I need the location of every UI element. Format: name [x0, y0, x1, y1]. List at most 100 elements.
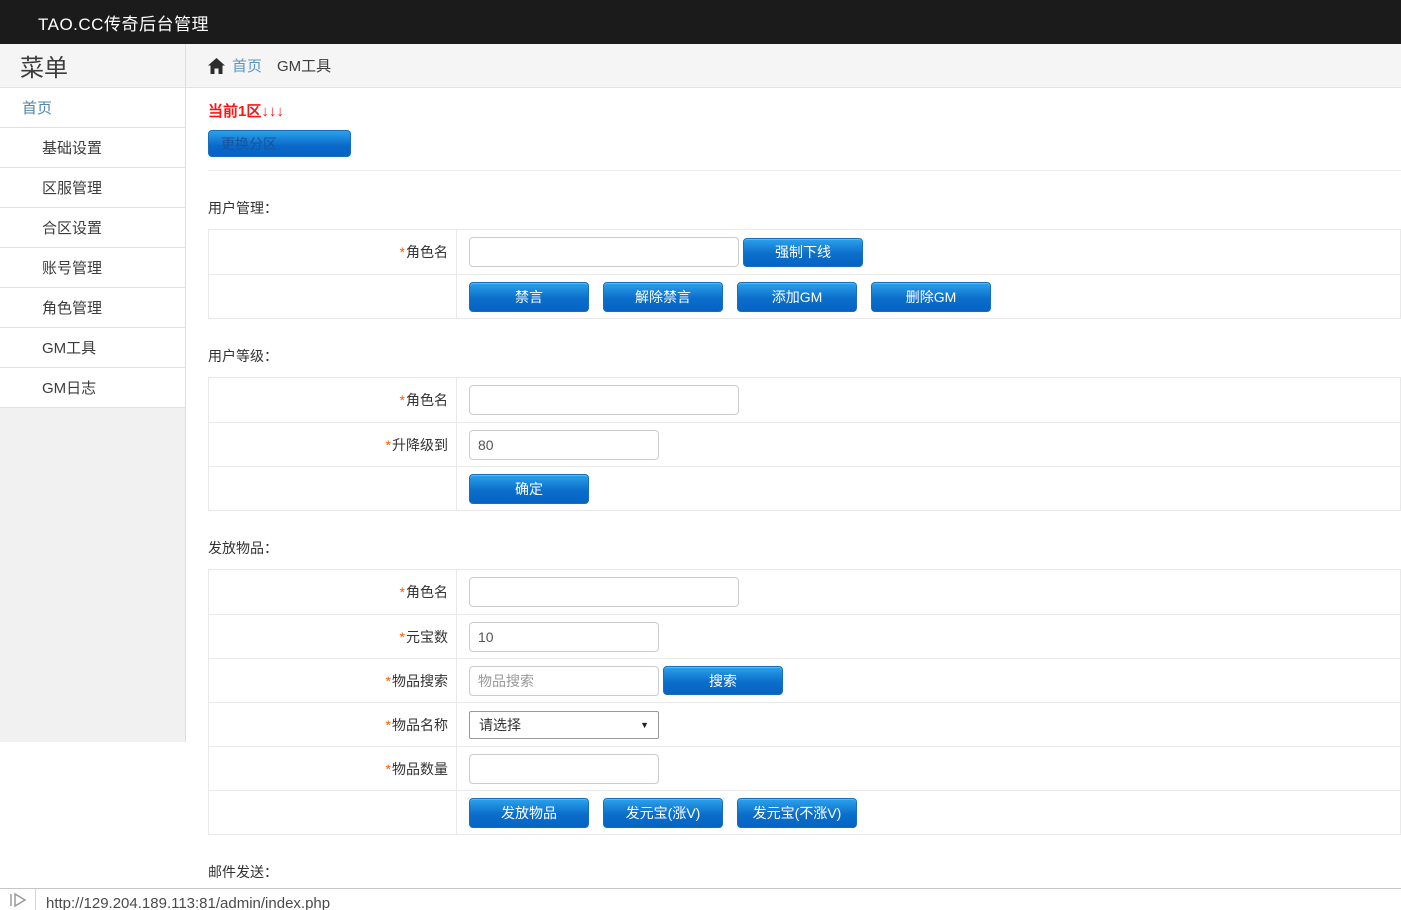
- item-search-label-cell: * 物品搜索: [209, 659, 457, 702]
- change-zone-button[interactable]: 更换分区: [208, 130, 351, 157]
- role-name-label: 角色名: [406, 390, 448, 410]
- confirm-button-cell: 确定: [457, 467, 1400, 510]
- table-row: 禁言 解除禁言 添加GM 删除GM: [209, 274, 1400, 318]
- item-name-label-cell: * 物品名称: [209, 703, 457, 746]
- required-mark: *: [386, 717, 391, 733]
- sidebar-menu-title: 菜单: [0, 44, 185, 88]
- section-title-user-manage: 用户管理：: [208, 198, 1401, 218]
- required-mark: *: [386, 437, 391, 453]
- empty-label-cell: [209, 467, 457, 510]
- status-icon-box: [0, 889, 36, 910]
- give-item-button[interactable]: 发放物品: [469, 798, 589, 828]
- table-row: * 物品数量: [209, 746, 1400, 790]
- sidebar-item-account-manage[interactable]: 账号管理: [0, 248, 185, 288]
- table-row: * 角色名: [209, 570, 1400, 614]
- role-name-input[interactable]: [469, 237, 739, 267]
- item-search-field-cell: 搜索: [457, 659, 1400, 702]
- give-items-table: * 角色名 * 元宝数 * 物品搜索: [208, 569, 1401, 835]
- role-name-field-cell: 强制下线: [457, 230, 1400, 274]
- role-name-label: 角色名: [406, 582, 448, 602]
- yuanbao-label-cell: * 元宝数: [209, 615, 457, 658]
- main-panel: 当前1区↓↓↓ 更换分区 用户管理： * 角色名 强制下线 禁言 解除禁言: [186, 88, 1401, 910]
- delete-gm-button[interactable]: 删除GM: [871, 282, 991, 312]
- home-icon: [208, 58, 225, 74]
- status-url: http://129.204.189.113:81/admin/index.ph…: [36, 895, 330, 910]
- give-yuanbao-nv-button[interactable]: 发元宝(不涨V): [737, 798, 857, 828]
- section-title-give-items: 发放物品：: [208, 538, 1401, 558]
- section-title-mail: 邮件发送：: [208, 862, 1401, 882]
- item-select-value: 请选择: [479, 715, 521, 735]
- table-row: 确定: [209, 466, 1400, 510]
- table-row: * 元宝数: [209, 614, 1400, 658]
- sidebar-item-merge-settings[interactable]: 合区设置: [0, 208, 185, 248]
- force-offline-button[interactable]: 强制下线: [743, 238, 863, 267]
- item-name-label: 物品名称: [392, 715, 448, 735]
- confirm-button[interactable]: 确定: [469, 474, 589, 504]
- status-bar: http://129.204.189.113:81/admin/index.ph…: [0, 888, 1401, 910]
- level-role-name-input[interactable]: [469, 385, 739, 415]
- give-buttons-cell: 发放物品 发元宝(涨V) 发元宝(不涨V): [457, 791, 1400, 834]
- topbar: TAO.CC传奇后台管理: [0, 0, 1401, 44]
- mute-button[interactable]: 禁言: [469, 282, 589, 312]
- divider: [208, 170, 1401, 171]
- table-row: * 物品搜索 搜索: [209, 658, 1400, 702]
- item-count-label: 物品数量: [392, 759, 448, 779]
- required-mark: *: [400, 629, 405, 645]
- sidebar-item-role-manage[interactable]: 角色管理: [0, 288, 185, 328]
- required-mark: *: [400, 584, 405, 600]
- empty-label-cell: [209, 791, 457, 834]
- give-yuanbao-v-button[interactable]: 发元宝(涨V): [603, 798, 723, 828]
- breadcrumb-current: GM工具: [277, 55, 331, 76]
- role-name-label-cell: * 角色名: [209, 378, 457, 422]
- run-cursor-icon: [8, 892, 28, 908]
- sidebar-item-gm-logs[interactable]: GM日志: [0, 368, 185, 408]
- role-name-label-cell: * 角色名: [209, 570, 457, 614]
- role-name-field-cell: [457, 378, 1400, 422]
- table-row: * 角色名 强制下线: [209, 230, 1400, 274]
- sidebar-item-home[interactable]: 首页: [0, 88, 185, 128]
- add-gm-button[interactable]: 添加GM: [737, 282, 857, 312]
- search-button[interactable]: 搜索: [663, 666, 783, 695]
- yuanbao-label: 元宝数: [406, 627, 448, 647]
- level-label-cell: * 升降级到: [209, 423, 457, 466]
- role-name-label-cell: * 角色名: [209, 230, 457, 274]
- app-title: TAO.CC传奇后台管理: [38, 10, 209, 35]
- unmute-button[interactable]: 解除禁言: [603, 282, 723, 312]
- required-mark: *: [386, 673, 391, 689]
- current-zone-notice: 当前1区↓↓↓: [208, 88, 1401, 121]
- table-row: * 升降级到: [209, 422, 1400, 466]
- content-area: 首页 GM工具 当前1区↓↓↓ 更换分区 用户管理： * 角色名 强制下线: [186, 44, 1401, 910]
- sidebar: 菜单 首页 基础设置 区服管理 合区设置 账号管理 角色管理 GM工具 GM日志: [0, 44, 186, 742]
- item-name-field-cell: 请选择 ▼: [457, 703, 1400, 746]
- sidebar-item-gm-tools[interactable]: GM工具: [0, 328, 185, 368]
- level-value-input[interactable]: [469, 430, 659, 460]
- breadcrumb: 首页 GM工具: [186, 44, 1401, 88]
- level-label: 升降级到: [392, 435, 448, 455]
- user-manage-table: * 角色名 强制下线 禁言 解除禁言 添加GM 删除GM: [208, 229, 1401, 319]
- required-mark: *: [400, 392, 405, 408]
- sidebar-item-server-manage[interactable]: 区服管理: [0, 168, 185, 208]
- role-name-field-cell: [457, 570, 1400, 614]
- item-search-input[interactable]: [469, 666, 659, 696]
- chevron-down-icon: ▼: [640, 720, 649, 730]
- items-role-name-input[interactable]: [469, 577, 739, 607]
- gm-buttons-cell: 禁言 解除禁言 添加GM 删除GM: [457, 275, 1400, 318]
- item-count-input[interactable]: [469, 754, 659, 784]
- role-name-label: 角色名: [406, 242, 448, 262]
- empty-label-cell: [209, 275, 457, 318]
- table-row: 发放物品 发元宝(涨V) 发元宝(不涨V): [209, 790, 1400, 834]
- table-row: * 角色名: [209, 378, 1400, 422]
- sidebar-item-basic-settings[interactable]: 基础设置: [0, 128, 185, 168]
- required-mark: *: [400, 244, 405, 260]
- item-count-field-cell: [457, 747, 1400, 790]
- item-search-label: 物品搜索: [392, 671, 448, 691]
- table-row: * 物品名称 请选择 ▼: [209, 702, 1400, 746]
- item-name-select[interactable]: 请选择 ▼: [469, 711, 659, 739]
- yuanbao-count-input[interactable]: [469, 622, 659, 652]
- user-level-table: * 角色名 * 升降级到 确定: [208, 377, 1401, 511]
- yuanbao-field-cell: [457, 615, 1400, 658]
- required-mark: *: [386, 761, 391, 777]
- item-count-label-cell: * 物品数量: [209, 747, 457, 790]
- section-title-user-level: 用户等级：: [208, 346, 1401, 366]
- breadcrumb-home-link[interactable]: 首页: [232, 55, 262, 76]
